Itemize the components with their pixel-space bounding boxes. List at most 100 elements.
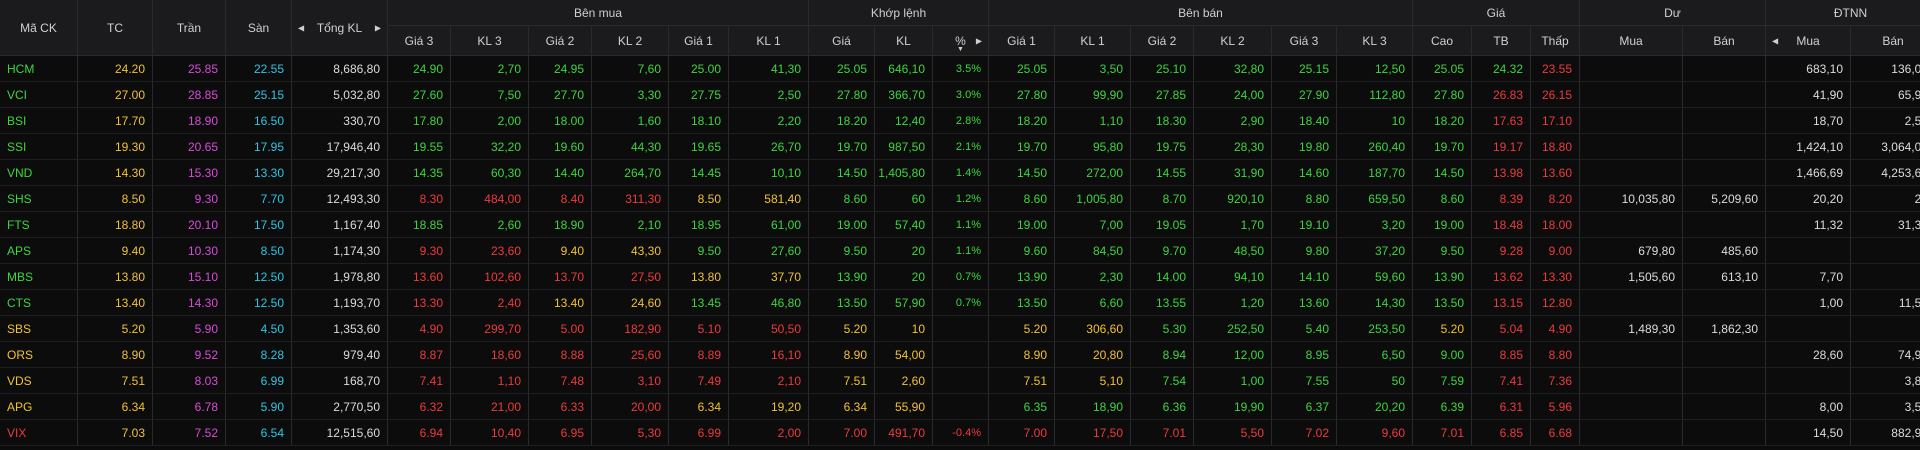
sell-vol-1-cell: 84,50 — [1055, 238, 1131, 264]
table-row[interactable]: SBS 5.20 5.90 4.50 1,353,60 4.90 299,70 5.00 182… — [0, 316, 1920, 342]
header-match-price[interactable]: Giá — [809, 26, 875, 56]
foreign-sell-cell: 3,80 — [1851, 368, 1920, 394]
foreign-buy-cell — [1766, 316, 1851, 342]
high-price-cell: 9.00 — [1413, 342, 1472, 368]
header-buy-price-1[interactable]: Giá 1 — [669, 26, 729, 56]
high-price-cell: 14.50 — [1413, 160, 1472, 186]
table-row[interactable]: HCM 24.20 25.85 22.55 8,686,80 24.90 2,70 24.95… — [0, 56, 1920, 82]
sell-price-2-cell: 18.30 — [1131, 108, 1194, 134]
symbol-cell[interactable]: VDS — [0, 368, 78, 394]
symbol-cell[interactable]: VCI — [0, 82, 78, 108]
header-foreign-group: ĐTNN — [1766, 0, 1920, 26]
chevron-left-icon[interactable]: ◀ — [1772, 36, 1778, 45]
sell-price-1-cell: 13.50 — [989, 290, 1055, 316]
symbol-cell[interactable]: MBS — [0, 264, 78, 290]
table-row[interactable]: ORS 8.90 9.52 8.28 979,40 8.87 18,60 8.88 25,60 8… — [0, 342, 1920, 368]
ceil-price-cell: 8.03 — [153, 368, 226, 394]
total-volume-cell: 330,70 — [292, 108, 388, 134]
table-row[interactable]: BSI 17.70 18.90 16.50 330,70 17.80 2,00 18.00 1,… — [0, 108, 1920, 134]
sell-vol-3-cell: 187,70 — [1337, 160, 1413, 186]
header-sell-vol-3[interactable]: KL 3 — [1337, 26, 1413, 56]
sell-price-3-cell: 27.90 — [1272, 82, 1337, 108]
buy-price-1-cell: 14.45 — [669, 160, 729, 186]
sell-vol-2-cell: 2,90 — [1194, 108, 1272, 134]
table-row[interactable]: MBS 13.80 15.10 12.50 1,978,80 13.60 102,60 13.… — [0, 264, 1920, 290]
header-total-vol[interactable]: ◀ Tổng KL ▶ — [292, 0, 388, 56]
table-row[interactable]: VND 14.30 15.30 13.30 29,217,30 14.35 60,30 14.… — [0, 160, 1920, 186]
avg-price-cell: 18.48 — [1472, 212, 1531, 238]
header-low[interactable]: Thấp — [1531, 26, 1580, 56]
header-sell-vol-2[interactable]: KL 2 — [1194, 26, 1272, 56]
header-sell-price-2[interactable]: Giá 2 — [1131, 26, 1194, 56]
header-sell-vol-1[interactable]: KL 1 — [1055, 26, 1131, 56]
foreign-sell-cell — [1851, 316, 1920, 342]
du-buy-cell — [1580, 342, 1683, 368]
header-ceil[interactable]: Trần — [153, 0, 226, 56]
buy-price-2-cell: 18.00 — [529, 108, 592, 134]
header-foreign-sell[interactable]: Bán ▶ — [1851, 26, 1920, 56]
sell-vol-2-cell: 5,50 — [1194, 420, 1272, 446]
foreign-sell-cell: 25 — [1851, 186, 1920, 212]
header-sell-price-3[interactable]: Giá 3 — [1272, 26, 1337, 56]
header-match-pct[interactable]: % ▶ ▼ — [933, 26, 989, 56]
buy-price-1-cell: 9.50 — [669, 238, 729, 264]
header-buy-price-2[interactable]: Giá 2 — [529, 26, 592, 56]
floor-price-cell: 25.15 — [226, 82, 292, 108]
buy-price-1-cell: 19.65 — [669, 134, 729, 160]
table-row[interactable]: VCI 27.00 28.85 25.15 5,032,80 27.60 7,50 27.70… — [0, 82, 1920, 108]
sell-vol-2-cell: 252,50 — [1194, 316, 1272, 342]
low-price-cell: 17.10 — [1531, 108, 1580, 134]
header-sell-price-1[interactable]: Giá 1 — [989, 26, 1055, 56]
sell-price-1-cell: 7.00 — [989, 420, 1055, 446]
floor-price-cell: 12.50 — [226, 264, 292, 290]
header-foreign-buy[interactable]: ◀ Mua — [1766, 26, 1851, 56]
header-symbol[interactable]: Mã CK — [0, 0, 78, 56]
header-buy-price-3[interactable]: Giá 3 — [388, 26, 451, 56]
buy-vol-1-cell: 41,30 — [729, 56, 809, 82]
symbol-cell[interactable]: SSI — [0, 134, 78, 160]
table-row[interactable]: CTS 13.40 14.30 12.50 1,193,70 13.30 2,40 13.40… — [0, 290, 1920, 316]
header-high[interactable]: Cao — [1413, 26, 1472, 56]
total-volume-cell: 17,946,40 — [292, 134, 388, 160]
symbol-cell[interactable]: HCM — [0, 56, 78, 82]
sort-desc-icon[interactable]: ▼ — [957, 46, 964, 53]
sell-price-3-cell: 19.80 — [1272, 134, 1337, 160]
header-buy-vol-1[interactable]: KL 1 — [729, 26, 809, 56]
avg-price-cell: 13.98 — [1472, 160, 1531, 186]
buy-price-1-cell: 18.10 — [669, 108, 729, 134]
symbol-cell[interactable]: FTS — [0, 212, 78, 238]
header-buy-vol-2[interactable]: KL 2 — [592, 26, 669, 56]
header-match-vol[interactable]: KL — [875, 26, 933, 56]
table-row[interactable]: APS 9.40 10.30 8.50 1,174,30 9.30 23,60 9.40 43,… — [0, 238, 1920, 264]
header-buy-vol-3[interactable]: KL 3 — [451, 26, 529, 56]
header-du-sell[interactable]: Bán — [1683, 26, 1766, 56]
symbol-cell[interactable]: VND — [0, 160, 78, 186]
header-floor[interactable]: Sàn — [226, 0, 292, 56]
symbol-cell[interactable]: BSI — [0, 108, 78, 134]
buy-vol-1-cell: 37,70 — [729, 264, 809, 290]
sell-vol-3-cell: 12,50 — [1337, 56, 1413, 82]
buy-price-2-cell: 6.33 — [529, 394, 592, 420]
chevron-right-icon[interactable]: ▶ — [375, 23, 381, 32]
foreign-buy-cell: 8,00 — [1766, 394, 1851, 420]
symbol-cell[interactable]: APG — [0, 394, 78, 420]
header-avg[interactable]: TB — [1472, 26, 1531, 56]
table-row[interactable]: VIX 7.03 7.52 6.54 12,515,60 6.94 10,40 6.95 5,3… — [0, 420, 1920, 446]
symbol-cell[interactable]: SBS — [0, 316, 78, 342]
chevron-left-icon[interactable]: ◀ — [298, 23, 304, 32]
table-row[interactable]: SSI 19.30 20.65 17.95 17,946,40 19.55 32,20 19.… — [0, 134, 1920, 160]
symbol-cell[interactable]: ORS — [0, 342, 78, 368]
table-row[interactable]: VDS 7.51 8.03 6.99 168,70 7.41 1,10 7.48 3,10 7.4… — [0, 368, 1920, 394]
header-du-buy[interactable]: Mua — [1580, 26, 1683, 56]
table-row[interactable]: APG 6.34 6.78 5.90 2,770,50 6.32 21,00 6.33 20,0… — [0, 394, 1920, 420]
symbol-cell[interactable]: SHS — [0, 186, 78, 212]
chevron-right-icon[interactable]: ▶ — [976, 36, 982, 45]
symbol-cell[interactable]: APS — [0, 238, 78, 264]
buy-vol-2-cell: 44,30 — [592, 134, 669, 160]
table-row[interactable]: FTS 18.80 20.10 17.50 1,167,40 18.85 2,60 18.90… — [0, 212, 1920, 238]
table-row[interactable]: SHS 8.50 9.30 7.70 12,493,30 8.30 484,00 8.40 31… — [0, 186, 1920, 212]
header-ref[interactable]: TC — [78, 0, 153, 56]
floor-price-cell: 22.55 — [226, 56, 292, 82]
symbol-cell[interactable]: CTS — [0, 290, 78, 316]
symbol-cell[interactable]: VIX — [0, 420, 78, 446]
